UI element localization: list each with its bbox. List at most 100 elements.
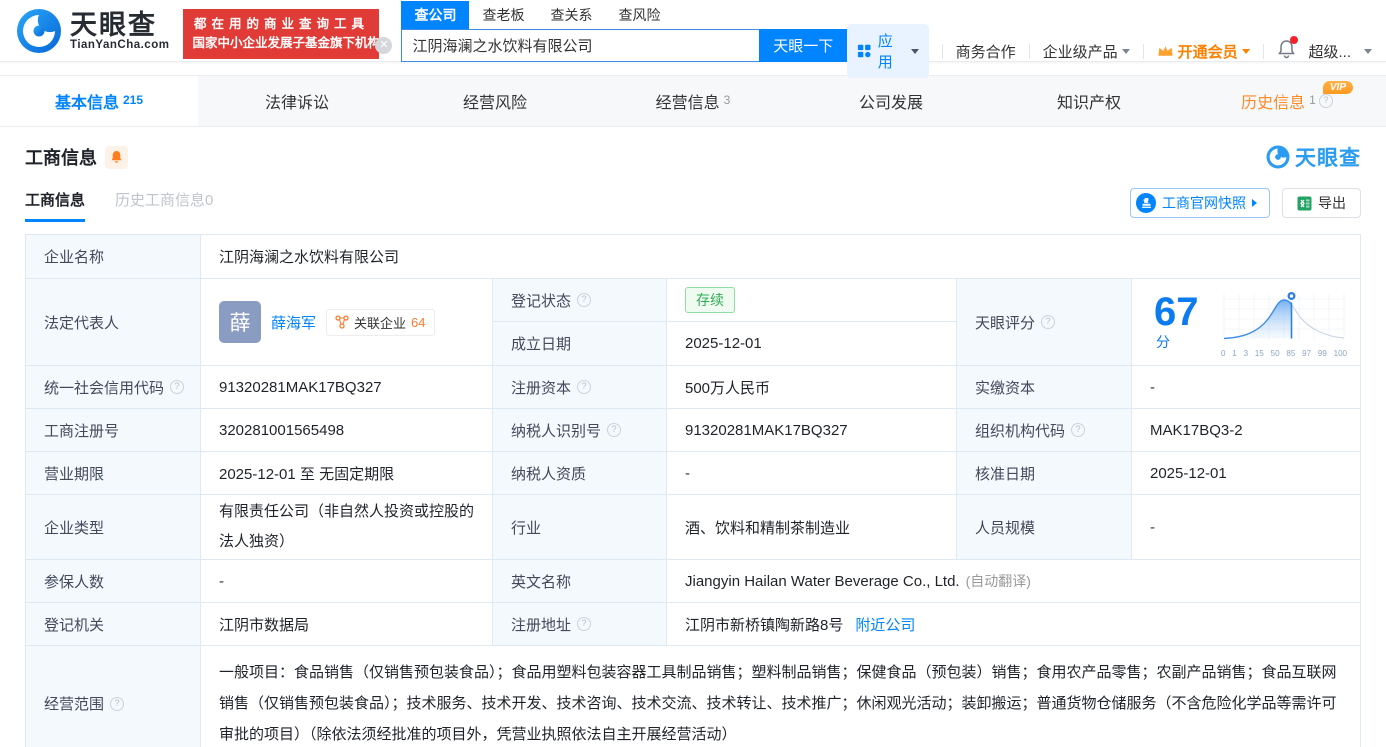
business-info-table: 企业名称 江阴海澜之水饮料有限公司 法定代表人 薛 薛海军 关联企业 64 登记… [25,234,1361,747]
menu-super-vip[interactable]: 超级... [1309,41,1352,62]
subtab-business-registration[interactable]: 工商信息 [25,189,85,222]
arrow-right-icon [1252,199,1257,207]
company-name-value: 江阴海澜之水饮料有限公司 [201,235,1361,279]
vip-badge: VIP [1323,81,1353,94]
reg-address-value: 江阴市新桥镇陶新路8号 附近公司 [667,603,1361,646]
section-subtabs: 工商信息 历史工商信息0 工商官网快照 导出 [0,188,1386,222]
reg-capital-value: 500万人民币 [667,366,957,409]
insured-value: - [201,560,493,603]
export-button[interactable]: 导出 [1282,188,1361,218]
tianyancha-watermark-icon [1266,145,1290,169]
legal-rep-link[interactable]: 薛海军 [271,312,316,333]
tab-history-info[interactable]: 历史信息 1 VIP [1188,76,1386,126]
credit-code-value: 91320281MAK17BQ327 [201,366,493,409]
search-tab-boss[interactable]: 查老板 [469,1,537,29]
tianyancha-logo[interactable]: 天眼查 TianYanCha.com [16,8,169,54]
search-box: 查公司 查老板 查关系 查风险 ✕ 天眼一下 [401,3,847,62]
business-scope-label: 经营范围 [26,646,201,747]
score-label: 天眼评分 [957,279,1132,366]
section-bell-icon [110,150,123,164]
legal-rep-label: 法定代表人 [26,279,201,366]
divider [942,44,943,59]
business-term-label: 营业期限 [26,452,201,495]
help-icon[interactable] [170,380,184,394]
business-term-value: 2025-12-01 至 无固定期限 [201,452,493,495]
search-tab-risk[interactable]: 查风险 [605,1,673,29]
search-input[interactable] [401,29,759,62]
company-type-value: 有限责任公司（非自然人投资或控股的法人独资） [201,495,493,560]
help-icon[interactable] [1071,423,1085,437]
crown-icon [1157,44,1174,58]
help-icon[interactable] [607,423,621,437]
search-clear-icon[interactable]: ✕ [375,37,392,54]
english-name-label: 英文名称 [493,560,667,603]
menu-vip[interactable]: 开通会员 [1157,41,1250,62]
taxpayer-id-label: 纳税人识别号 [493,409,667,452]
apps-menu[interactable]: 应用 [847,24,928,78]
tab-legal-litigation[interactable]: 法律诉讼 [198,76,396,126]
tab-company-development[interactable]: 公司发展 [792,76,990,126]
search-tabs: 查公司 查老板 查关系 查风险 [401,3,847,29]
company-name-label: 企业名称 [26,235,201,279]
divider [1263,44,1264,59]
divider [1029,44,1030,59]
org-code-value: MAK17BQ3-2 [1132,409,1361,452]
help-icon[interactable] [1319,94,1333,108]
help-icon[interactable] [1041,315,1055,329]
brand-name: 天眼查 [70,11,169,39]
divider [1143,44,1144,59]
help-icon[interactable] [577,617,591,631]
menu-enterprise[interactable]: 企业级产品 [1043,41,1130,62]
avatar[interactable]: 薛 [219,301,261,343]
score-value: 67 [1154,290,1199,334]
header-menu: 应用 商务合作 企业级产品 开通会员 超级.. [847,24,1372,78]
taxpayer-quality-value: - [667,452,957,495]
help-icon[interactable] [577,380,591,394]
paid-capital-label: 实缴资本 [957,366,1132,409]
official-snapshot-button[interactable]: 工商官网快照 [1130,188,1270,218]
paid-capital-value: - [1132,366,1361,409]
subtab-history-registration[interactable]: 历史工商信息0 [115,189,213,222]
taxpayer-id-value: 91320281MAK17BQ327 [667,409,957,452]
promo-banner: 都在用的商业查询工具 国家中小企业发展子基金旗下机构 [183,9,379,59]
help-icon[interactable] [577,293,591,307]
legal-rep-cell: 薛 薛海军 关联企业 64 [201,279,493,366]
related-companies-badge[interactable]: 关联企业 64 [326,309,434,336]
related-count: 64 [411,315,425,330]
industry-value: 酒、饮料和精制茶制造业 [667,495,957,560]
credit-code-label: 统一社会信用代码 [26,366,201,409]
related-companies-icon [335,315,349,329]
notification-dot [1290,36,1298,44]
tianyancha-watermark: 天眼查 [1266,142,1361,172]
establish-date-label: 成立日期 [493,322,667,366]
reg-capital-label: 注册资本 [493,366,667,409]
subscribe-bell-button[interactable] [105,146,128,169]
nearby-companies-link[interactable]: 附近公司 [855,614,915,635]
apps-grid-icon [857,43,871,59]
tab-business-info[interactable]: 经营信息 3 [594,76,792,126]
score-chart: 0131550859799100 [1220,287,1348,358]
business-scope-value: 一般项目：食品销售（仅销售预包装食品）；食品用塑料包装容器工具制品销售；塑料制品… [201,646,1361,747]
insured-label: 参保人数 [26,560,201,603]
score-marker-pin [1287,291,1296,300]
tab-intellectual-property[interactable]: 知识产权 [990,76,1188,126]
reg-status-cell: 存续 [667,279,957,322]
menu-cooperation[interactable]: 商务合作 [956,41,1016,62]
staff-size-label: 人员规模 [957,495,1132,560]
industry-label: 行业 [493,495,667,560]
section-title: 工商信息 [25,144,97,170]
score-cell: 67分 [1132,279,1361,366]
help-icon[interactable] [110,697,124,711]
tab-operating-risk[interactable]: 经营风险 [396,76,594,126]
reg-number-value: 320281001565498 [201,409,493,452]
tab-basic-info[interactable]: 基本信息 215 [0,76,198,126]
chevron-down-icon [1364,49,1372,54]
reg-number-label: 工商注册号 [26,409,201,452]
notification-bell[interactable] [1277,39,1296,64]
tianyancha-logo-icon [16,8,62,54]
promo-line2: 国家中小企业发展子基金旗下机构 [192,34,370,53]
search-tab-relation[interactable]: 查关系 [537,1,605,29]
search-button[interactable]: 天眼一下 [759,29,847,62]
search-tab-company[interactable]: 查公司 [401,1,469,29]
staff-size-value: - [1132,495,1361,560]
